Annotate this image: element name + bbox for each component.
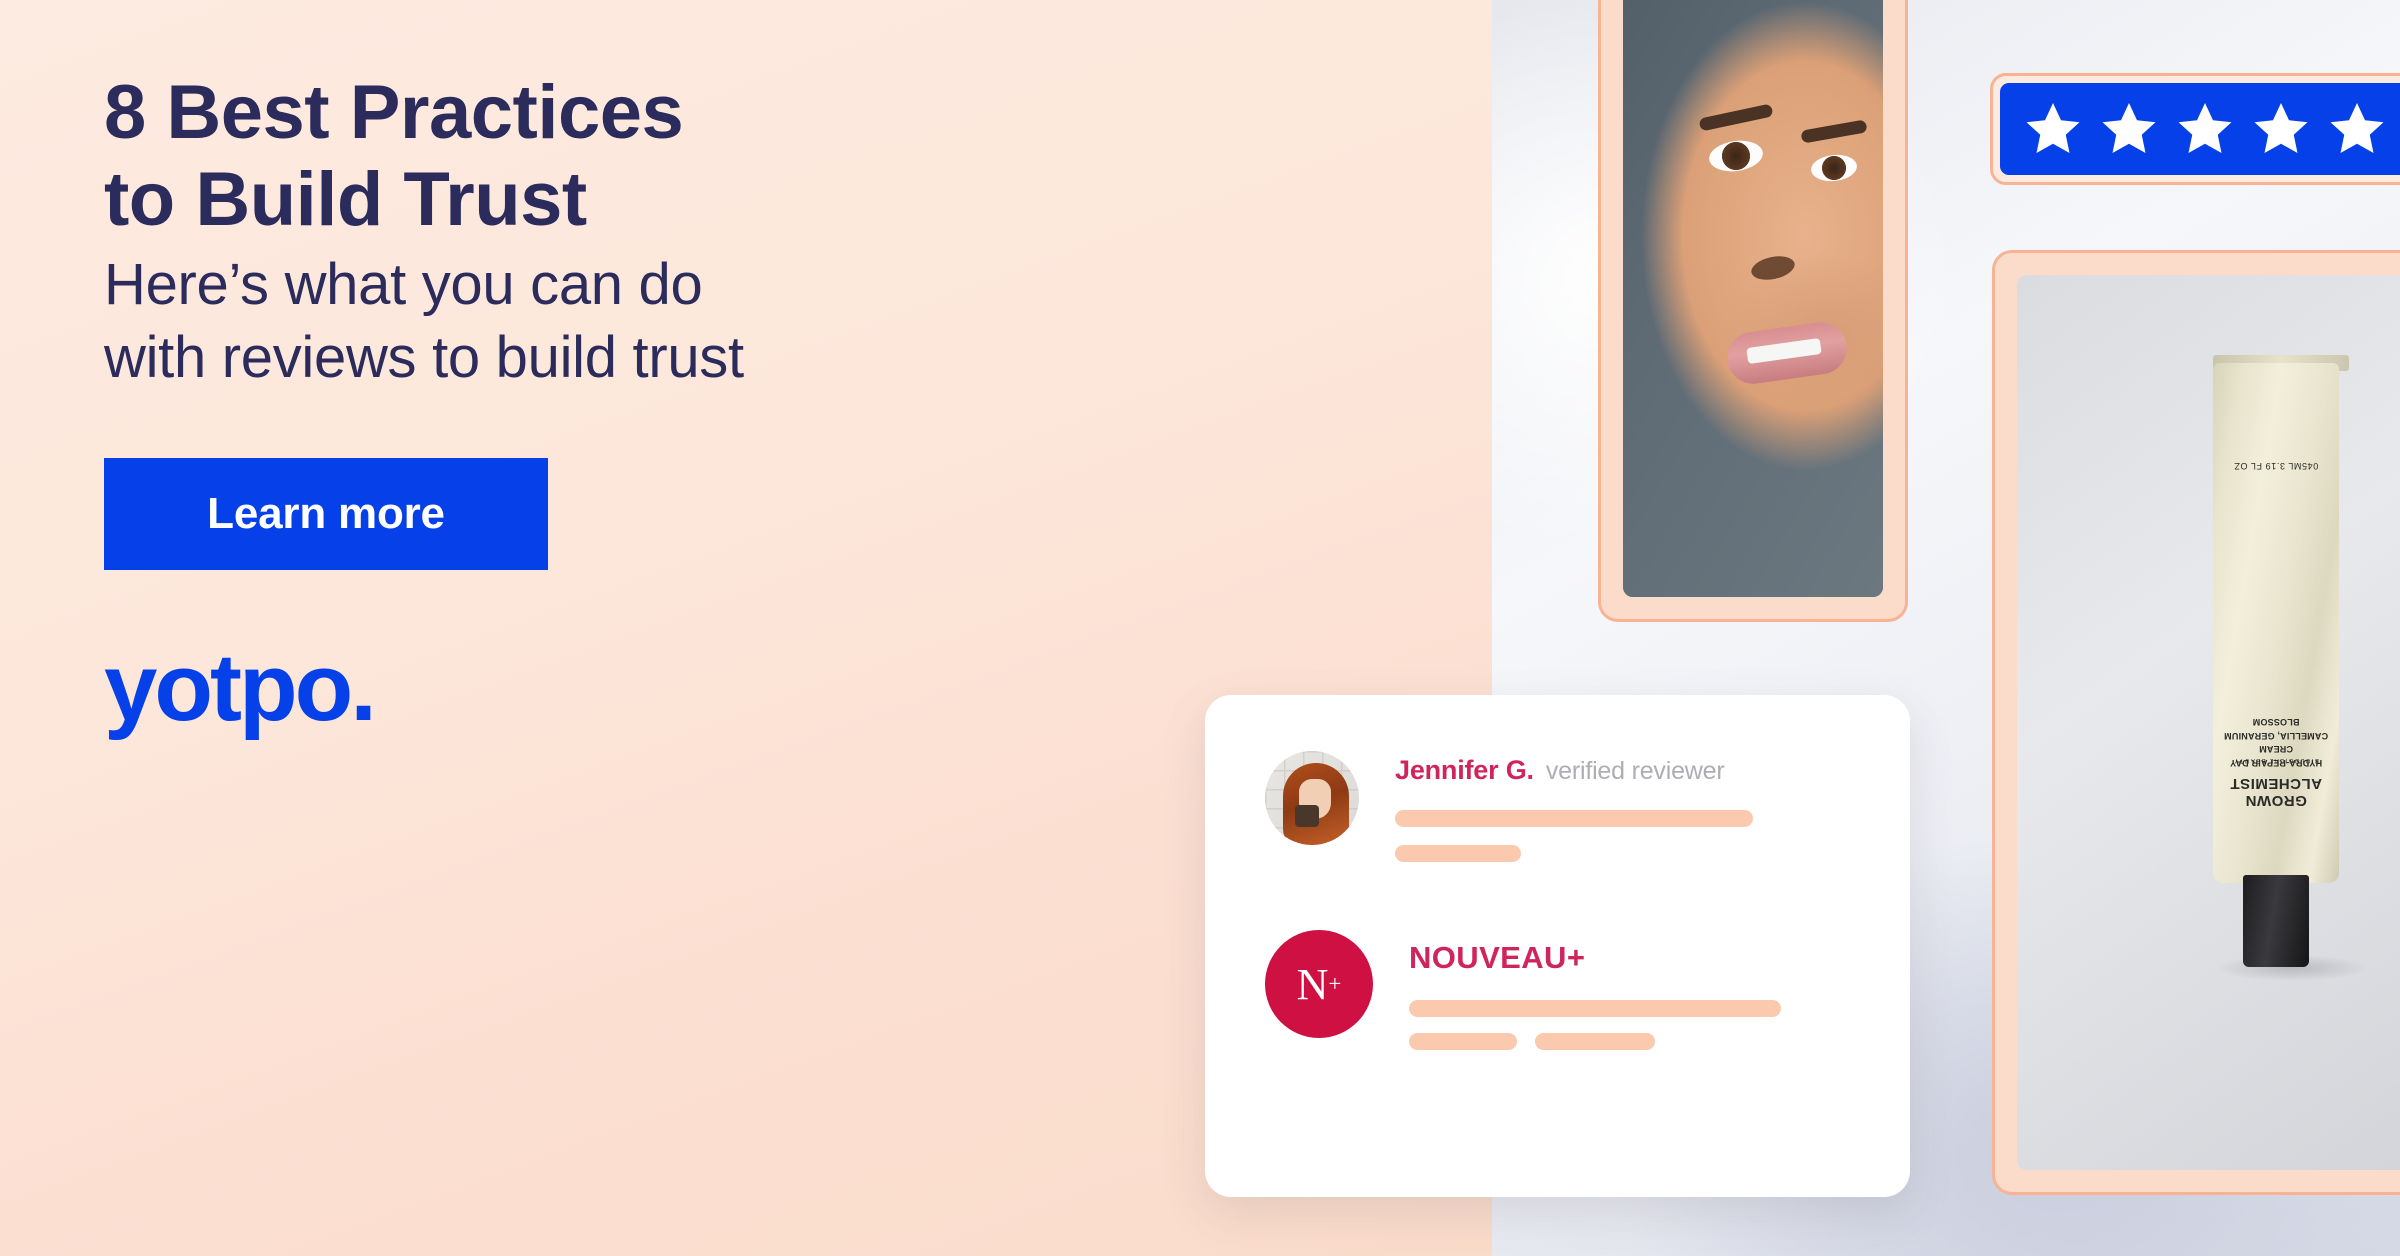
tube-cap — [2243, 875, 2309, 967]
page-title: 8 Best Practices to Build Trust — [104, 70, 1304, 243]
product-brand: GROWN ALCHEMIST — [2230, 775, 2322, 809]
brand-text-placeholder-line — [1409, 1033, 1517, 1050]
avatar-cup — [1295, 805, 1319, 827]
verified-reviewer-label: verified reviewer — [1545, 757, 1725, 785]
yotpo-logo: yotpo. — [104, 634, 377, 741]
review-text-placeholder-line — [1395, 810, 1753, 827]
review-card: Jennifer G. verified reviewer N + NOUVEAU… — [1205, 695, 1910, 1197]
nose-icon — [1749, 252, 1797, 284]
eye-right-icon — [1809, 152, 1859, 184]
reviewer-name: Jennifer G. — [1395, 755, 1534, 785]
product-card: 045ML 3.19 FL OZ HYDRA-REPAIR DAY CREAM … — [1992, 250, 2400, 1195]
star-rating-strip — [2000, 83, 2400, 175]
learn-more-button[interactable]: Learn more — [104, 458, 548, 570]
model-portrait-image — [1623, 0, 1883, 597]
headline-line-2: to Build Trust — [104, 156, 587, 242]
brand-monogram-plus: + — [1328, 971, 1342, 996]
star-icon — [2026, 103, 2080, 153]
product-tagline: BIOLOGICAL BEAUTY — [2233, 757, 2319, 763]
star-icon — [2254, 103, 2308, 153]
eyebrow-left-icon — [1698, 103, 1774, 132]
brand-monogram: N — [1296, 959, 1329, 1009]
eye-left-icon — [1707, 137, 1765, 175]
star-icon — [2178, 103, 2232, 153]
avatar — [1265, 751, 1359, 845]
brand-text-placeholder-row — [1409, 1033, 1850, 1050]
model-face — [1623, 0, 1883, 597]
page-subtitle: Here’s what you can do with reviews to b… — [104, 248, 1104, 394]
brand-text-placeholder-line — [1409, 1000, 1781, 1017]
brand-name: NOUVEAU+ — [1409, 940, 1586, 975]
brand-text-placeholder-line — [1535, 1033, 1655, 1050]
portrait-card — [1598, 0, 1908, 622]
brand-meta: NOUVEAU+ — [1409, 930, 1850, 1050]
brand-row: N + NOUVEAU+ — [1265, 930, 1850, 1050]
subhead-line-2: with reviews to build trust — [104, 325, 744, 391]
reviewer-meta: Jennifer G. verified reviewer — [1395, 751, 1850, 862]
headline-line-1: 8 Best Practices — [104, 70, 684, 155]
product-image: 045ML 3.19 FL OZ HYDRA-REPAIR DAY CREAM … — [2017, 275, 2400, 1170]
star-rating-badge — [1990, 73, 2400, 185]
review-text-placeholder-line — [1395, 845, 1521, 862]
subhead-line-1: Here’s what you can do — [104, 252, 703, 317]
star-icon — [2330, 103, 2384, 153]
nouveau-brand-logo-icon: N + — [1265, 930, 1373, 1038]
learn-more-label: Learn more — [207, 489, 445, 538]
star-icon — [2102, 103, 2156, 153]
product-volume: 045ML 3.19 FL OZ — [2233, 461, 2319, 471]
marketing-banner: 8 Best Practices to Build Trust Here’s w… — [0, 0, 2400, 1256]
reviewer-row: Jennifer G. verified reviewer — [1265, 751, 1850, 862]
eyebrow-right-icon — [1800, 119, 1868, 144]
reviewer-line: Jennifer G. verified reviewer — [1395, 755, 1850, 786]
